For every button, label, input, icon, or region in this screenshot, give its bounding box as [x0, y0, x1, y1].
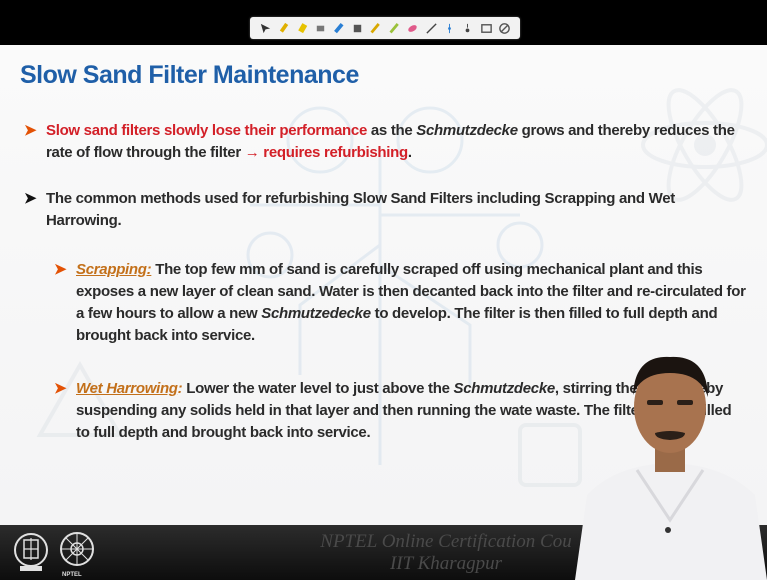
term-scrapping: Scrapping:	[76, 261, 152, 278]
highlight-text: requires refurbishing	[259, 144, 408, 161]
bullet-arrow-icon: ➤	[24, 190, 37, 207]
pen-icon[interactable]	[277, 22, 290, 35]
footer-line-2: IIT Kharagpur	[389, 553, 503, 574]
italic-term: Schmutzdecke	[416, 122, 518, 139]
bullet-arrow-icon: ➤	[54, 380, 67, 397]
body-text: The common methods used for refurbishing…	[46, 190, 675, 229]
nptel-logo-caption: NPTEL	[62, 572, 82, 578]
laser-icon[interactable]	[461, 22, 474, 35]
bullet-performance-loss: ➤ Slow sand filters slowly lose their pe…	[24, 120, 746, 164]
eraser-icon[interactable]	[314, 22, 327, 35]
clear-icon[interactable]	[498, 22, 511, 35]
highlighter-icon[interactable]	[296, 22, 309, 35]
highlight-text: Slow sand filters slowly lose their perf…	[46, 122, 367, 139]
italic-term: Schmutzdecke	[453, 380, 555, 397]
line-icon[interactable]	[443, 22, 456, 35]
body-text: as the	[367, 122, 417, 139]
annotation-toolbar	[250, 17, 520, 39]
presenter-video	[575, 356, 767, 580]
top-black-bar	[0, 0, 767, 45]
italic-term: Schmutzedecke	[261, 305, 371, 322]
right-arrow-icon: →	[244, 144, 260, 161]
footer-line-1: NPTEL Online Certification Cou	[320, 531, 572, 552]
shape-icon[interactable]	[425, 22, 438, 35]
footer-text: NPTEL Online Certification Cou IIT Khara…	[296, 531, 596, 575]
marker-icon[interactable]	[332, 22, 345, 35]
pointer-icon[interactable]	[259, 22, 272, 35]
iit-kharagpur-logo	[14, 533, 48, 571]
bullet-scrapping: ➤ Scrapping: The top few mm of sand is c…	[54, 259, 746, 347]
body-text: .	[407, 144, 412, 161]
brush-icon[interactable]	[388, 22, 401, 35]
bullet-refurbishing-methods: ➤ The common methods used for refurbishi…	[24, 188, 746, 232]
pencil-icon[interactable]	[369, 22, 382, 35]
bullet-arrow-icon: ➤	[24, 122, 37, 139]
nptel-logo	[60, 532, 94, 566]
screen-icon[interactable]	[480, 22, 493, 35]
slide-title: Slow Sand Filter Maintenance	[20, 61, 359, 89]
body-text: Lower the water level to just above the	[182, 380, 454, 397]
color-icon[interactable]	[406, 22, 419, 35]
term-wet-harrowing: Wet Harrowing	[76, 380, 178, 397]
text-icon[interactable]	[351, 22, 364, 35]
bullet-arrow-icon: ➤	[54, 261, 67, 278]
